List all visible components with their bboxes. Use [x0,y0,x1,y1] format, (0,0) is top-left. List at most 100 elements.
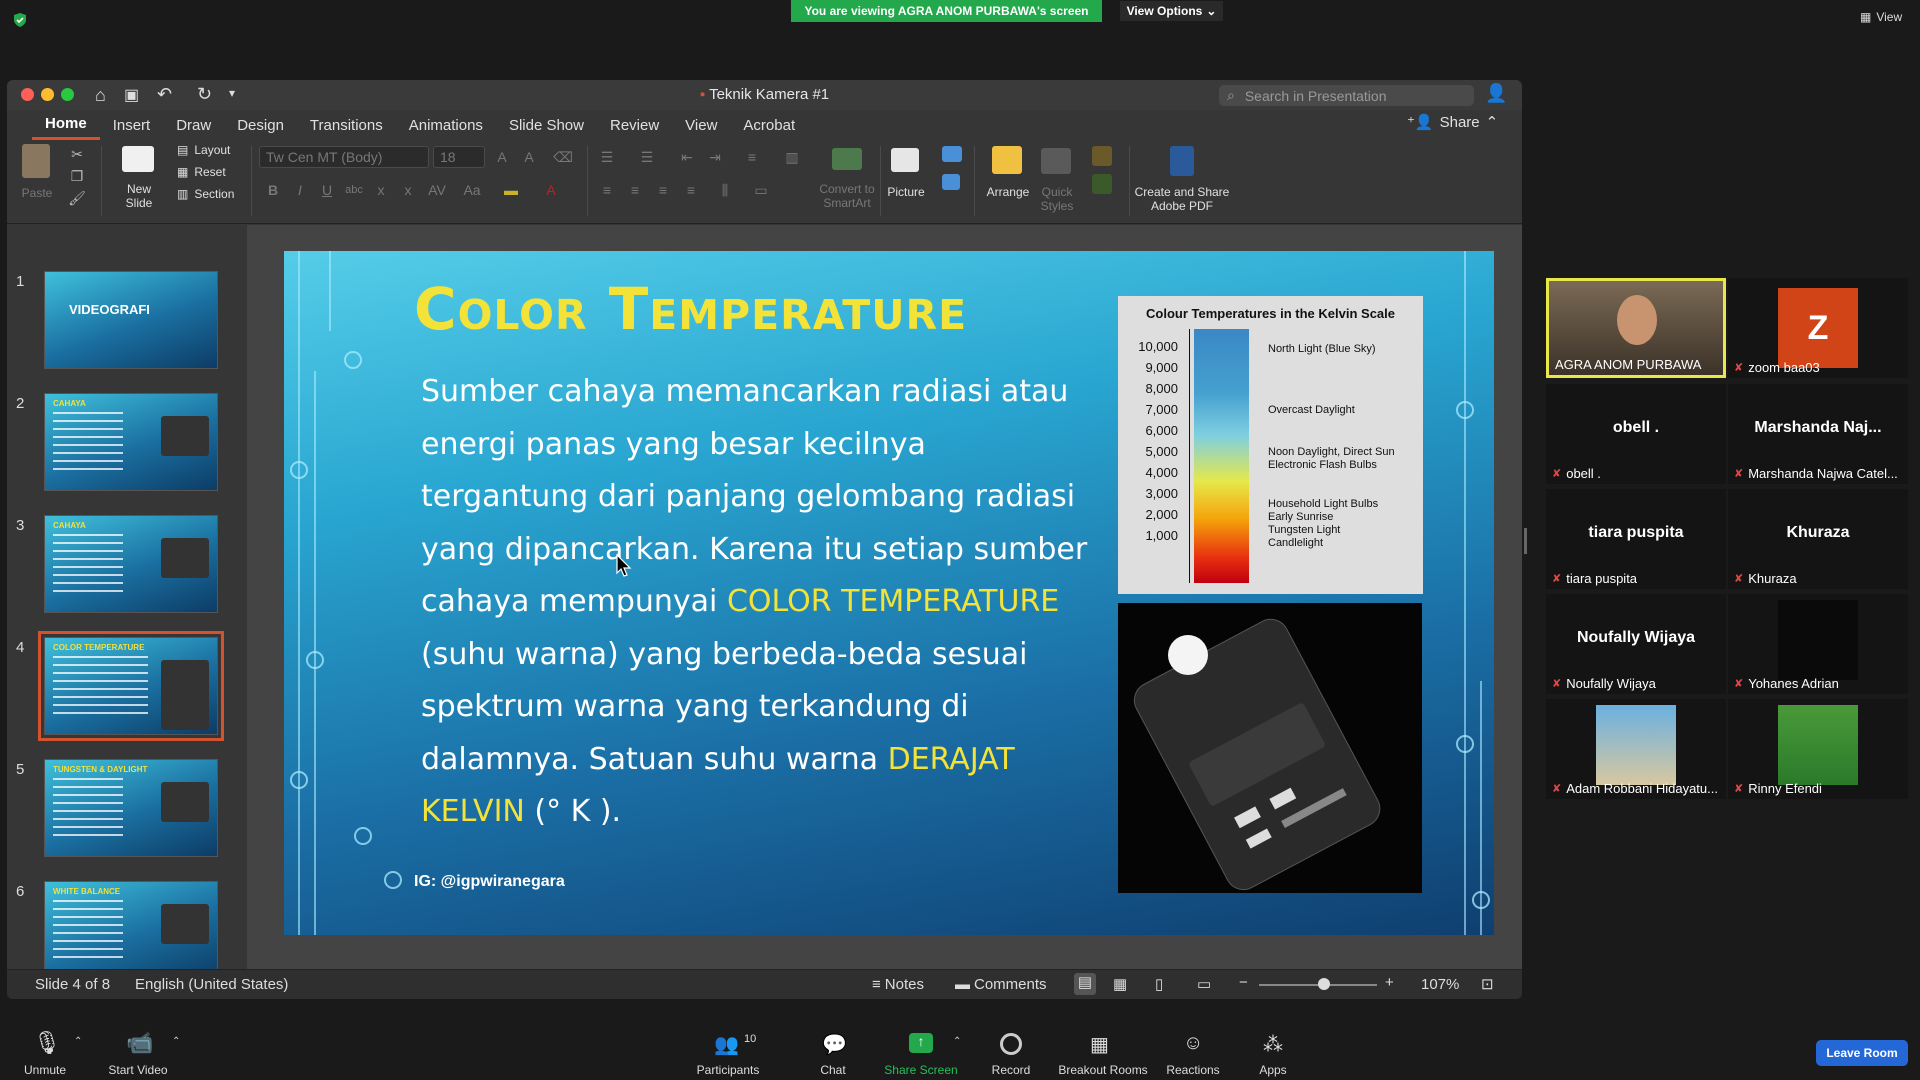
slideshow-icon[interactable]: ▭ [1197,975,1211,993]
slide-thumbnails-panel[interactable]: 1 VIDEOGRAFI 2 CAHAYA 3 CAHAYA 4 COLOR TEMPERAT… [7,225,247,969]
search-input[interactable]: ⌕ Search in Presentation [1219,85,1474,106]
arrange-icon[interactable] [992,146,1022,174]
record-button[interactable]: Record [966,1063,1056,1077]
tab-acrobat[interactable]: Acrobat [730,110,808,140]
share-button[interactable]: ⁺👤 Share ⌃ [1407,113,1499,132]
align-center-icon[interactable]: ≡ [625,180,645,200]
bold-icon[interactable]: B [263,180,283,200]
zoom-slider-thumb[interactable] [1317,978,1330,990]
shape-outline-icon[interactable] [1092,174,1112,194]
security-shield-icon[interactable] [12,12,28,28]
create-adobe-pdf-button[interactable]: Create and Share Adobe PDF [1132,185,1232,213]
change-case-icon[interactable]: Aa [462,180,482,200]
highlight-icon[interactable]: ▬ [501,180,521,200]
comments-button[interactable]: ▬ Comments [955,976,1047,993]
bullets-icon[interactable]: ☰ [597,147,617,167]
video-options-chevron-icon[interactable]: ⌃ [172,1036,180,1047]
participants-button[interactable]: Participants [683,1063,773,1077]
zoom-in-icon[interactable]: + [1385,974,1394,991]
tab-animations[interactable]: Animations [396,110,496,140]
participant-tile[interactable]: Khuraza ✘ Khuraza [1728,489,1908,589]
italic-icon[interactable]: I [290,180,310,200]
video-off-icon[interactable]: 📹 [126,1030,153,1056]
align-left-icon[interactable]: ≡ [597,180,617,200]
quick-styles-button[interactable]: Quick Styles [1033,185,1081,213]
justify-icon[interactable]: ≡ [681,180,701,200]
instagram-credit[interactable]: IG: @igpwiranegara [414,873,565,891]
subscript-icon[interactable]: x [398,180,418,200]
tab-slide-show[interactable]: Slide Show [496,110,597,140]
text-box-icon[interactable] [942,174,960,190]
kelvin-scale-image[interactable]: Colour Temperatures in the Kelvin Scale … [1118,296,1423,594]
tab-review[interactable]: Review [597,110,672,140]
tab-view[interactable]: View [672,110,730,140]
layout-button[interactable]: ▤ Layout [177,143,230,157]
copy-icon[interactable]: ❐ [67,166,87,186]
breakout-rooms-button[interactable]: Breakout Rooms [1058,1063,1148,1077]
zoom-percentage[interactable]: 107% [1421,976,1459,993]
participant-tile[interactable]: ✘ Yohanes Adrian [1728,594,1908,694]
slide-thumbnail[interactable]: CAHAYA [44,515,218,613]
normal-view-icon[interactable]: ▤ [1074,973,1096,995]
slide-thumbnail[interactable]: WHITE BALANCE [44,881,218,969]
breakout-rooms-icon[interactable]: ▦ [1090,1032,1109,1057]
collapse-ribbon-icon[interactable]: ⌃ [1486,113,1499,131]
apps-button[interactable]: Apps [1228,1063,1318,1077]
align-right-icon[interactable]: ≡ [653,180,673,200]
new-slide-icon[interactable] [122,146,154,172]
underline-icon[interactable]: U [317,180,337,200]
slide-body-text[interactable]: Sumber cahaya memancarkan radiasi atau e… [421,366,1096,839]
notes-button[interactable]: ≡ Notes [872,976,924,993]
tab-transitions[interactable]: Transitions [297,110,396,140]
participant-tile[interactable]: ✘ Adam Robbani Hidayatu... [1546,699,1726,799]
picture-icon[interactable] [891,148,919,172]
tab-design[interactable]: Design [224,110,297,140]
account-icon[interactable]: 👤 [1485,83,1507,104]
font-name-select[interactable]: Tw Cen MT (Body) [259,146,429,168]
strikethrough-icon[interactable]: abc [344,180,364,200]
superscript-icon[interactable]: x [371,180,391,200]
slide-title[interactable]: Color Temperature [414,275,967,343]
cut-icon[interactable]: ✂ [67,144,87,164]
font-color-icon[interactable]: A [541,180,561,200]
reading-view-icon[interactable]: ▯ [1155,975,1163,993]
zoom-out-icon[interactable]: − [1239,974,1248,991]
apps-icon[interactable]: ⁂ [1263,1032,1283,1057]
participant-tile[interactable]: Marshanda Naj... ✘ Marshanda Najwa Catel..… [1728,384,1908,484]
color-meter-image[interactable] [1118,603,1422,893]
format-painter-icon[interactable]: 🖌 [67,188,87,208]
microphone-muted-icon[interactable]: 🎙 [33,1030,61,1056]
chat-button[interactable]: Chat [788,1063,878,1077]
panel-resize-handle[interactable] [1524,528,1527,554]
clear-format-icon[interactable]: ⌫ [553,147,573,167]
line-spacing-icon[interactable]: ≡ [742,147,762,167]
convert-smartart-button[interactable]: Convert to SmartArt [807,182,887,210]
slide-thumbnail[interactable]: TUNGSTEN & DAYLIGHT [44,759,218,857]
new-slide-button[interactable]: New Slide [111,182,167,210]
paste-button-label[interactable]: Paste [21,186,53,200]
paste-icon[interactable] [22,144,50,178]
character-spacing-icon[interactable]: AV [427,180,447,200]
slide-thumbnail[interactable]: VIDEOGRAFI [44,271,218,369]
decrease-indent-icon[interactable]: ⇤ [677,147,697,167]
picture-button[interactable]: Picture [883,185,929,199]
participant-tile[interactable]: AGRA ANOM PURBAWA [1546,278,1726,378]
share-screen-button[interactable]: Share Screen [876,1063,966,1077]
participants-icon[interactable]: 👥 [714,1032,739,1057]
section-button[interactable]: ▥ Section [177,187,234,201]
participant-tile[interactable]: Z ✘ zoom baa03 [1728,278,1908,378]
increase-indent-icon[interactable]: ⇥ [705,147,725,167]
share-screen-icon[interactable]: ↑ [909,1033,933,1053]
columns-icon[interactable]: ▥ [782,147,802,167]
audio-options-chevron-icon[interactable]: ⌃ [74,1036,82,1047]
participant-tile[interactable]: ✘ Rinny Efendi [1728,699,1908,799]
decrease-font-icon[interactable]: A [519,147,539,167]
fit-to-window-icon[interactable]: ⊡ [1481,975,1494,993]
tab-home[interactable]: Home [32,110,100,140]
unmute-button[interactable]: Unmute [0,1063,90,1077]
numbering-icon[interactable]: ☰ [637,147,657,167]
shape-fill-icon[interactable] [1092,146,1112,166]
text-direction-icon[interactable]: ⫼ [715,180,735,200]
start-video-button[interactable]: Start Video [93,1063,183,1077]
shapes-icon[interactable] [942,146,962,162]
